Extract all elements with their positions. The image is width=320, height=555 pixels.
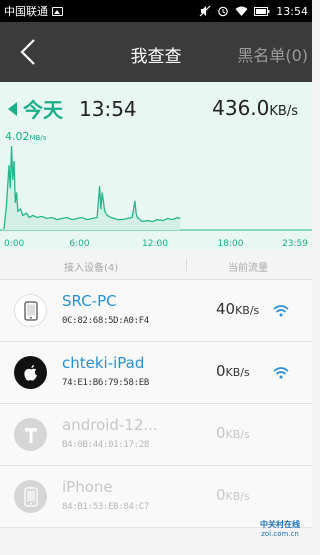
current-traffic-header: 当前流量	[228, 263, 268, 274]
device-name: android-12...	[62, 416, 158, 434]
connected-devices-header: 接入设备(4)	[64, 263, 119, 274]
device-list-header: 接入设备(4) 当前流量	[0, 250, 312, 280]
carrier-label: 中国联通	[4, 5, 48, 18]
day-selector[interactable]: 今天 13:54	[8, 94, 137, 123]
peak-unit: MB/s	[30, 134, 47, 142]
device-rate-unit: KB/s	[225, 490, 250, 503]
device-mac: 0C:82:68:5D:A0:F4	[62, 316, 150, 326]
device-mac: 84:B1:53:EB:84:C7	[62, 502, 150, 512]
device-rate: 40KB/s	[216, 300, 259, 318]
alarm-icon	[218, 6, 229, 17]
peak-label: 4.02MB/s	[5, 130, 47, 143]
device-rate-value: 0	[216, 424, 226, 442]
device-mac: B4:0B:44:01:17:28	[62, 440, 150, 450]
mute-icon	[199, 5, 211, 17]
total-speed-unit: KB/s	[269, 104, 298, 119]
wifi-icon	[273, 305, 289, 317]
device-rate-unit: KB/s	[225, 366, 250, 379]
battery-icon	[254, 6, 270, 16]
day-label: 今天	[23, 98, 63, 122]
x-tick-label: 0:00	[4, 239, 24, 249]
x-tick-label: 12:00	[142, 239, 168, 249]
app-header: 我查查 黑名单(0)	[0, 22, 312, 82]
device-name: iPhone	[62, 478, 113, 496]
device-row[interactable]: SRC-PC 0C:82:68:5D:A0:F4 40KB/s	[0, 280, 312, 342]
traffic-chart: 4.02MB/s 0:00 6:00 12:00 18:00 23:59	[0, 130, 312, 249]
total-speed-value: 436.0	[212, 96, 270, 120]
device-rate: 0KB/s	[216, 362, 250, 380]
phone-icon	[14, 480, 47, 513]
traffic-panel: 今天 13:54 436.0KB/s 4.02MB/s 0:00 6:00 12:0…	[0, 82, 312, 250]
device-rate: 0KB/s	[216, 424, 250, 442]
watermark-brand: 中关村在线	[260, 520, 300, 529]
device-row[interactable]: android-12... B4:0B:44:01:17:28 0KB/s	[0, 404, 312, 466]
status-bar: 中国联通 13:54	[0, 0, 312, 22]
x-tick-label: 18:00	[218, 239, 244, 249]
phone-icon	[14, 294, 47, 327]
watermark-site: zol.com.cn	[261, 530, 299, 538]
device-mac: 74:E1:B6:79:58:EB	[62, 378, 150, 388]
device-name: chteki-iPad	[62, 354, 145, 372]
previous-day-arrow-icon[interactable]	[8, 101, 17, 116]
apple-icon	[14, 356, 47, 389]
device-rate-unit: KB/s	[235, 304, 260, 317]
image-notification-icon	[52, 6, 63, 16]
device-rate-value: 0	[216, 362, 226, 380]
total-speed: 436.0KB/s	[212, 96, 298, 120]
device-rate-value: 0	[216, 486, 226, 504]
clock-label: 13:54	[276, 4, 308, 18]
header-divider	[186, 258, 187, 272]
site-watermark: 中关村在线 zol.com.cn	[256, 519, 304, 547]
x-tick-label: 6:00	[69, 239, 89, 249]
peak-value: 4.02	[5, 130, 30, 143]
device-rate-unit: KB/s	[225, 428, 250, 441]
device-rate-value: 40	[216, 300, 236, 318]
hammer-icon	[14, 418, 47, 451]
x-tick-label: 23:59	[282, 239, 308, 249]
wifi-icon	[273, 367, 289, 379]
device-name: SRC-PC	[62, 292, 117, 310]
wifi-status-icon	[235, 6, 248, 16]
blacklist-button[interactable]: 黑名单(0)	[237, 42, 308, 66]
current-time: 13:54	[79, 96, 137, 121]
device-rate: 0KB/s	[216, 486, 250, 504]
traffic-line	[3, 145, 181, 230]
device-row[interactable]: chteki-iPad 74:E1:B6:79:58:EB 0KB/s	[0, 342, 312, 404]
